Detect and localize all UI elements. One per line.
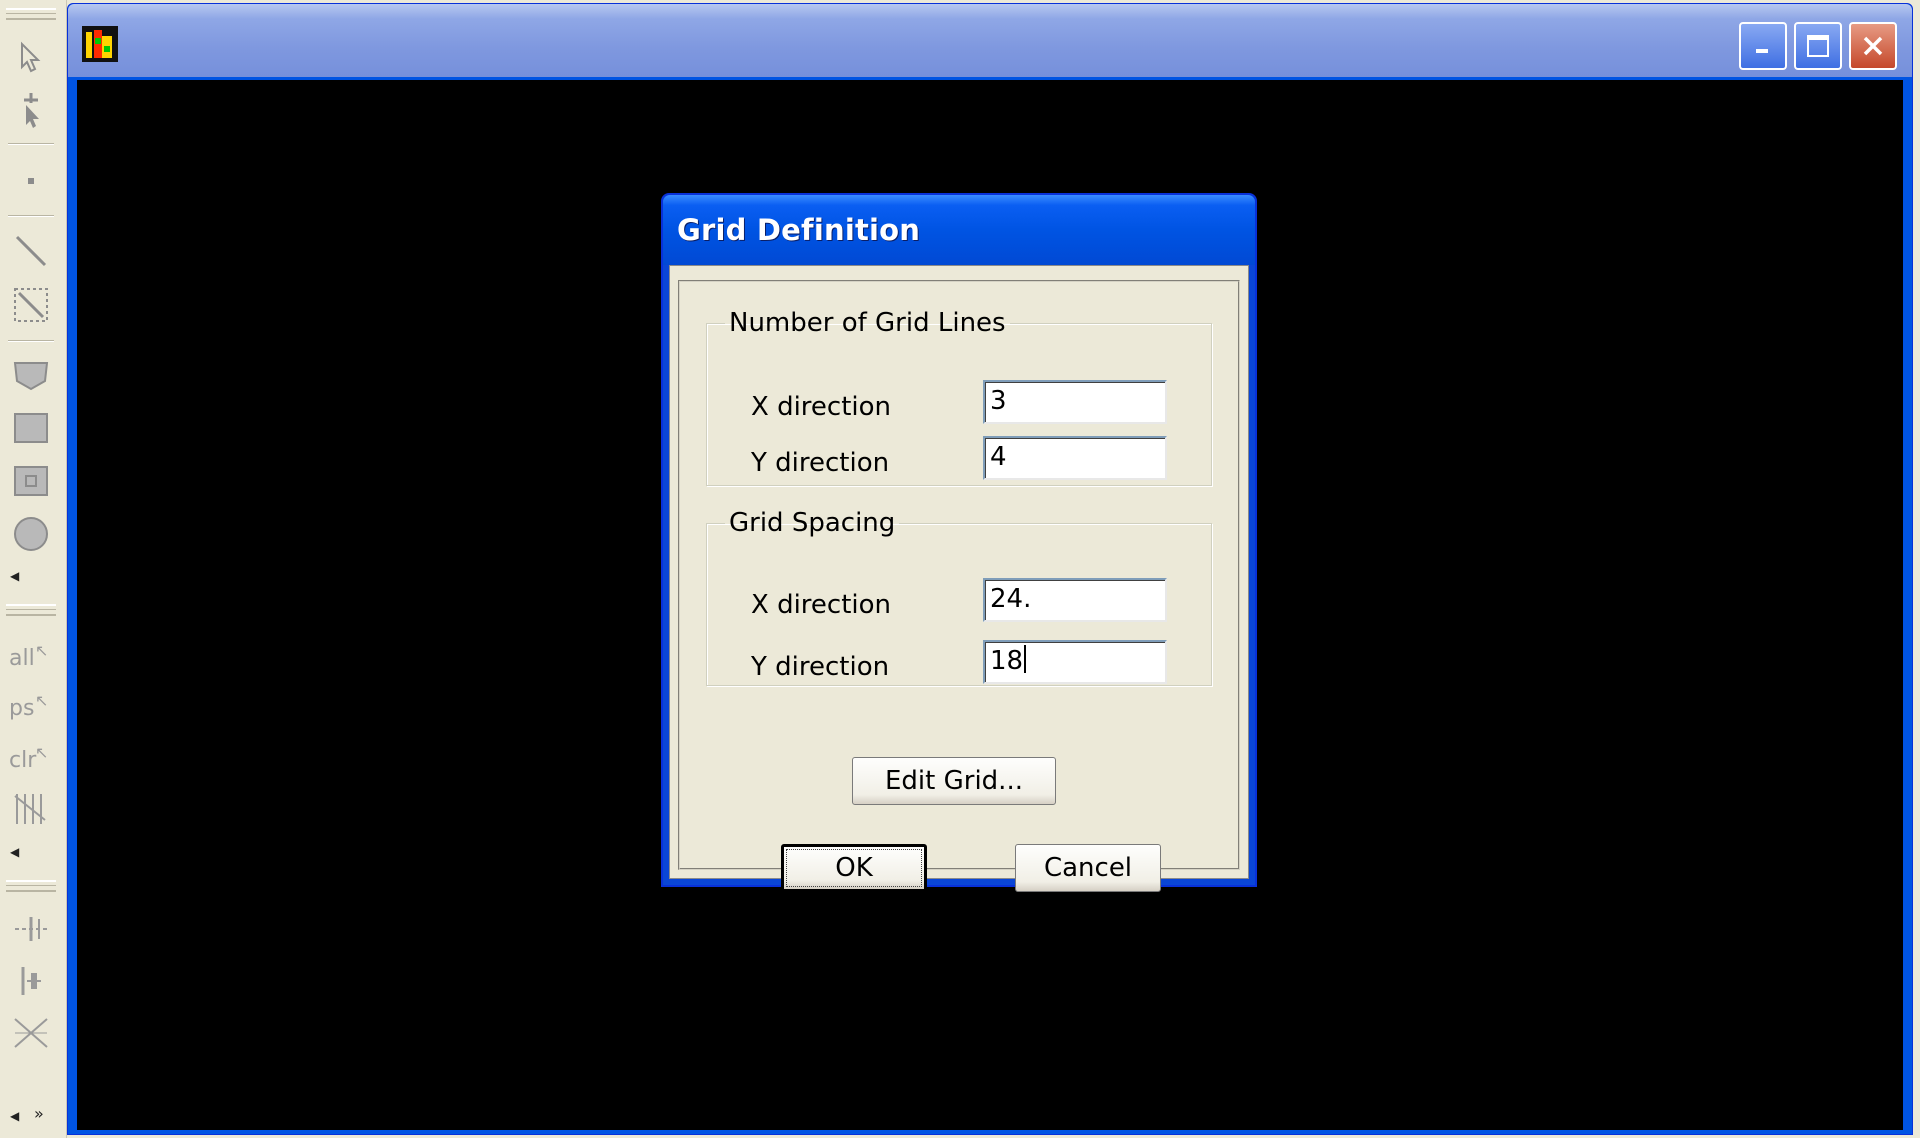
toolbar-grip[interactable] — [6, 880, 56, 892]
grid-lines-x-label: X direction — [751, 392, 892, 422]
select-all-icon[interactable]: all ↖ — [9, 636, 55, 682]
edit-grid-button[interactable]: Edit Grid... — [852, 757, 1056, 805]
toolbar-separator — [8, 215, 54, 217]
grid-spacing-y-label: Y direction — [751, 652, 890, 682]
snap-to-intersection-icon[interactable] — [8, 1010, 54, 1056]
toolbar-scroll-left-icon[interactable]: ◀ — [10, 1108, 22, 1124]
text-caret — [1024, 645, 1027, 673]
quick-draw-line-icon[interactable] — [8, 282, 54, 328]
left-toolbar: ◀ all ↖ ps ↖ clr ↖ ◀ ◀ » — [0, 0, 67, 1138]
toolbar-scroll-left-icon[interactable]: ◀ — [10, 844, 22, 860]
close-button[interactable] — [1849, 22, 1897, 70]
toolbar-scroll-left-icon[interactable]: ◀ — [10, 568, 22, 584]
snap-to-end-icon[interactable] — [8, 958, 54, 1004]
grid-spacing-y-input[interactable]: 18 — [983, 640, 1167, 684]
grid-spacing-x-input[interactable]: 24. — [983, 578, 1167, 622]
dialog-title: Grid Definition — [677, 213, 921, 247]
cancel-button[interactable]: Cancel — [1015, 844, 1161, 892]
maximize-button[interactable] — [1794, 22, 1842, 70]
close-icon — [1863, 36, 1883, 56]
grid-spacing-x-label: X direction — [751, 590, 892, 620]
intersecting-line-select-icon[interactable] — [8, 785, 54, 831]
grid-definition-dialog: Grid Definition Number of Grid Lines X d… — [661, 193, 1257, 892]
grid-lines-y-label: Y direction — [751, 448, 890, 478]
snap-to-midpoint-icon[interactable] — [8, 906, 54, 952]
grid-spacing-legend: Grid Spacing — [729, 508, 896, 538]
minimize-icon — [1756, 49, 1768, 53]
ok-button[interactable]: OK — [781, 844, 927, 892]
toolbar-grip[interactable] — [6, 604, 56, 616]
draw-circle-icon[interactable] — [8, 511, 54, 557]
grid-spacing-group: Grid Spacing X direction 24. Y direction… — [706, 508, 1212, 686]
toolbar-grip[interactable] — [6, 8, 56, 20]
app-logo-icon — [82, 26, 118, 62]
pointer-reshape-icon[interactable] — [8, 88, 54, 134]
toolbar-separator — [8, 340, 54, 342]
select-previous-icon[interactable]: ps ↖ — [9, 686, 55, 732]
draw-rectangle-area-icon[interactable] — [8, 405, 54, 451]
dialog-frame: Number of Grid Lines X direction 3 Y dir… — [678, 280, 1240, 892]
grid-lines-x-input[interactable]: 3 — [983, 380, 1167, 424]
maximize-icon — [1807, 35, 1829, 57]
window-title-bar[interactable] — [68, 4, 1912, 77]
grid-lines-y-input[interactable]: 4 — [983, 436, 1167, 480]
quick-draw-area-icon[interactable] — [8, 458, 54, 504]
draw-point-icon[interactable] — [8, 158, 54, 204]
minimize-button[interactable] — [1739, 22, 1787, 70]
draw-polygon-area-icon[interactable] — [8, 352, 54, 398]
draw-line-icon[interactable] — [8, 228, 54, 274]
dialog-body: Number of Grid Lines X direction 3 Y dir… — [669, 265, 1249, 892]
toolbar-overflow-chevron-icon[interactable]: » — [34, 1106, 46, 1122]
grid-spacing-y-value: 18 — [990, 646, 1024, 676]
grid-lines-legend: Number of Grid Lines — [729, 308, 1006, 338]
toolbar-separator — [8, 143, 54, 145]
dialog-title-bar[interactable]: Grid Definition — [663, 195, 1255, 265]
grid-lines-group: Number of Grid Lines X direction 3 Y dir… — [706, 308, 1212, 486]
clear-selection-icon[interactable]: clr ↖ — [9, 738, 55, 784]
pointer-select-icon[interactable] — [8, 35, 54, 81]
